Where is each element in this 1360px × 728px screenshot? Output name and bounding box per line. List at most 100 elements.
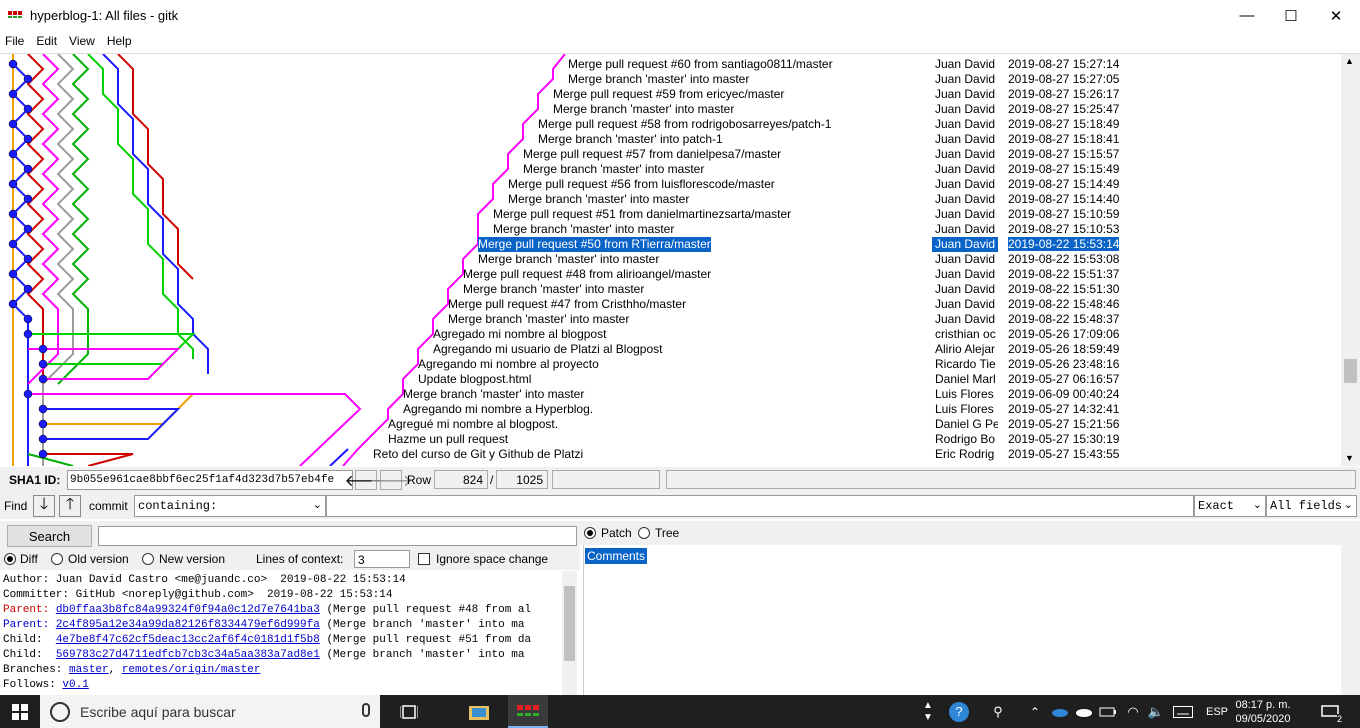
commit-author[interactable]: Daniel G Pe — [932, 417, 998, 432]
commit-author[interactable]: Juan David — [932, 162, 998, 177]
branch-link[interactable]: master — [69, 664, 109, 676]
commit-date[interactable]: 2019-05-27 06:16:57 — [1005, 372, 1119, 387]
search-button[interactable]: Search — [7, 525, 92, 547]
commit-date[interactable]: 2019-08-27 15:15:49 — [1005, 162, 1119, 177]
commit-message-list[interactable]: Merge pull request #60 from santiago0811… — [0, 54, 925, 466]
commit-author[interactable]: Alirio Alejar — [932, 342, 998, 357]
forward-button[interactable]: 🡒 — [370, 470, 412, 490]
menu-help[interactable]: Help — [107, 34, 132, 48]
tag-link[interactable]: v0.1 — [62, 679, 88, 691]
find-mode-select[interactable]: containing: ⌄ — [134, 495, 326, 517]
commit-author[interactable]: Juan David — [932, 237, 998, 252]
commit-message[interactable]: Merge branch 'master' into master — [463, 282, 644, 297]
commit-date[interactable]: 2019-05-26 18:59:49 — [1005, 342, 1119, 357]
help-icon[interactable]: ? — [946, 695, 972, 728]
commit-author[interactable]: Juan David — [932, 87, 998, 102]
commit-author[interactable]: Juan David — [932, 312, 998, 327]
gitk-taskbar-icon[interactable] — [508, 695, 548, 728]
commit-author[interactable]: Juan David — [932, 177, 998, 192]
commit-date[interactable]: 2019-05-27 15:21:56 — [1005, 417, 1119, 432]
commit-message[interactable]: Merge branch 'master' into patch-1 — [538, 132, 723, 147]
commit-date[interactable]: 2019-08-22 15:48:46 — [1005, 297, 1119, 312]
commit-author[interactable]: Juan David — [932, 282, 998, 297]
commit-author[interactable]: Luis Flores — [932, 387, 998, 402]
commit-date[interactable]: 2019-08-27 15:27:05 — [1005, 72, 1119, 87]
task-view-icon[interactable] — [392, 695, 426, 728]
commit-message[interactable]: Merge pull request #51 from danielmartin… — [493, 207, 791, 222]
commit-date[interactable]: 2019-08-27 15:10:59 — [1005, 207, 1119, 222]
commit-date[interactable]: 2019-08-22 15:53:08 — [1005, 252, 1119, 267]
maximize-button[interactable]: ☐ — [1268, 0, 1314, 31]
commit-message[interactable]: Merge branch 'master' into master — [523, 162, 704, 177]
commit-date[interactable]: 2019-08-27 15:27:14 — [1005, 57, 1119, 72]
commit-author[interactable]: Juan David — [932, 72, 998, 87]
commit-message[interactable]: Reto del curso de Git y Github de Platzi — [373, 447, 583, 462]
menu-view[interactable]: View — [69, 34, 95, 48]
file-explorer-icon[interactable] — [460, 695, 498, 728]
commit-date[interactable]: 2019-05-26 23:48:16 — [1005, 357, 1119, 372]
commit-date[interactable]: 2019-08-27 15:25:47 — [1005, 102, 1119, 117]
commit-author[interactable]: Juan David — [932, 297, 998, 312]
commit-date[interactable]: 2019-08-22 15:51:30 — [1005, 282, 1119, 297]
tree-radio[interactable] — [638, 527, 650, 539]
volume-icon[interactable]: 🔈 — [1146, 695, 1166, 728]
show-hidden-icons-icon[interactable]: ⌃ — [1026, 695, 1044, 728]
commit-message[interactable]: Merge pull request #60 from santiago0811… — [568, 57, 833, 72]
scroll-down-icon[interactable]: ▼ — [1345, 453, 1354, 463]
find-prev-button[interactable]: 🡑 — [59, 495, 81, 517]
child-sha-link[interactable]: 569783c27d4711edfcb7cb3c34a5aa383a7ad8e1 — [56, 649, 320, 661]
find-input[interactable] — [326, 495, 1194, 517]
commit-message[interactable]: Merge branch 'master' into master — [493, 222, 674, 237]
commit-author[interactable]: Juan David — [932, 207, 998, 222]
commit-message[interactable]: Merge pull request #56 from luisfloresco… — [508, 177, 775, 192]
commit-author[interactable]: Daniel Marl — [932, 372, 998, 387]
scrollbar-thumb[interactable] — [564, 586, 575, 661]
commit-message[interactable]: Merge branch 'master' into master — [508, 192, 689, 207]
commit-date[interactable]: 2019-08-27 15:10:53 — [1005, 222, 1119, 237]
commit-author[interactable]: Juan David — [932, 102, 998, 117]
commit-message[interactable]: Merge pull request #57 from danielpesa7/… — [523, 147, 781, 162]
commit-message[interactable]: Merge pull request #47 from Cristhho/mas… — [448, 297, 686, 312]
commit-message[interactable]: Merge branch 'master' into master — [568, 72, 749, 87]
commit-author[interactable]: Juan David — [932, 132, 998, 147]
commit-date[interactable]: 2019-08-27 15:14:49 — [1005, 177, 1119, 192]
onedrive-icon[interactable] — [1050, 695, 1070, 728]
commit-message[interactable]: Hazme un pull request — [388, 432, 508, 447]
commit-date[interactable]: 2019-08-27 15:15:57 — [1005, 147, 1119, 162]
commit-date[interactable]: 2019-08-27 15:18:49 — [1005, 117, 1119, 132]
file-list-pane[interactable]: Comments — [583, 545, 1340, 695]
commit-message[interactable]: Merge branch 'master' into master — [553, 102, 734, 117]
windows-start-icon[interactable] — [0, 695, 40, 728]
branch-link[interactable]: remotes/origin/master — [122, 664, 261, 676]
commit-author[interactable]: cristhian oc — [932, 327, 998, 342]
file-list-scrollbar[interactable] — [1341, 545, 1360, 695]
commit-author[interactable]: Luis Flores — [932, 402, 998, 417]
sha-id-field[interactable]: 9b055e961cae8bbf6ec25f1af4d323d7b57eb4fe — [67, 470, 353, 490]
search-input[interactable] — [98, 526, 577, 546]
commit-date[interactable]: 2019-08-22 15:48:37 — [1005, 312, 1119, 327]
commit-author[interactable]: Juan David — [932, 117, 998, 132]
menu-file[interactable]: File — [5, 34, 24, 48]
match-type-select[interactable]: Exact ⌄ — [1194, 495, 1266, 517]
commit-date[interactable]: 2019-05-27 15:30:19 — [1005, 432, 1119, 447]
commit-message[interactable]: Merge pull request #50 from RTierra/mast… — [478, 237, 711, 252]
commit-author[interactable]: Juan David — [932, 222, 998, 237]
commit-date[interactable]: 2019-05-27 14:32:41 — [1005, 402, 1119, 417]
find-next-button[interactable]: 🡓 — [33, 495, 55, 517]
commit-message[interactable]: Merge pull request #58 from rodrigobosar… — [538, 117, 831, 132]
commit-author[interactable]: Eric Rodrig — [932, 447, 998, 462]
commit-date[interactable]: 2019-05-26 17:09:06 — [1005, 327, 1119, 342]
scrollbar-thumb[interactable] — [1344, 359, 1357, 383]
patch-radio[interactable] — [584, 527, 596, 539]
microphone-icon[interactable] — [362, 703, 370, 717]
commit-date[interactable]: 2019-08-27 15:18:41 — [1005, 132, 1119, 147]
history-scrollbar[interactable]: ▲ ▼ — [1341, 54, 1360, 466]
notifications-icon[interactable]: 2 — [1310, 695, 1350, 728]
commit-message[interactable]: Merge branch 'master' into master — [403, 387, 584, 402]
date-column[interactable]: 2019-08-27 15:27:14 2019-08-27 15:27:05 20… — [1005, 54, 1335, 466]
author-column[interactable]: Juan David Juan David Juan David Juan David… — [932, 54, 998, 466]
commit-author[interactable]: Juan David — [932, 147, 998, 162]
battery-icon[interactable] — [1098, 695, 1118, 728]
commit-date[interactable]: 2019-08-22 15:53:14 — [1005, 237, 1120, 252]
diff-radio[interactable] — [4, 553, 16, 565]
